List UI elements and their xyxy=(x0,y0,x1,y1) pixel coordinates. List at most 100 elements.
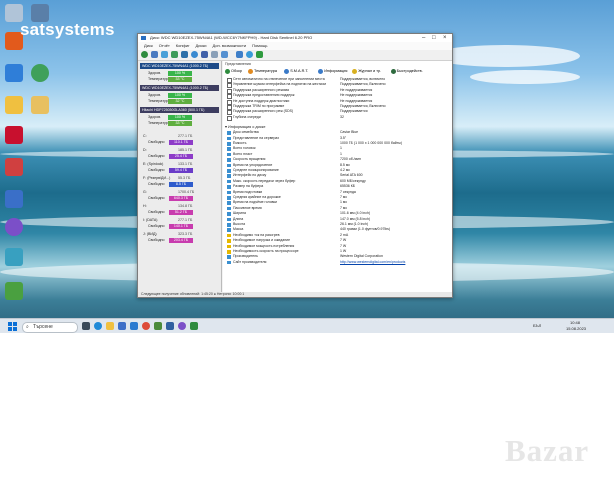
viber-icon[interactable] xyxy=(178,322,186,330)
desktop-icon-app-5[interactable] xyxy=(2,190,26,208)
watermark: satsystems xyxy=(20,20,115,39)
health-bar: 100 % xyxy=(168,114,192,120)
menu-item[interactable]: Отчёт xyxy=(159,43,170,48)
settings-icon[interactable] xyxy=(181,51,188,58)
status-bar: Следующее получение обновлений: 1:45:20 … xyxy=(138,292,452,297)
app-icon[interactable] xyxy=(166,322,174,330)
info-icon xyxy=(227,260,231,265)
tray-time[interactable]: 10:48 xyxy=(570,320,580,325)
taskbar-search[interactable]: ⌕ Търсене xyxy=(22,322,78,333)
report-icon[interactable] xyxy=(161,51,168,58)
app-icon xyxy=(5,248,23,266)
info-icon xyxy=(227,212,231,216)
tab-bar: Обзор Температура S.M.A.R.T. Информация Журн… xyxy=(223,67,452,76)
disk-icon[interactable] xyxy=(151,51,158,58)
task-view-icon[interactable] xyxy=(82,322,90,330)
manufacturer-link[interactable]: http://www.westerndigital.com/en/product… xyxy=(340,260,405,265)
desktop-icon-app-2[interactable] xyxy=(2,64,26,82)
info-icon xyxy=(227,163,231,168)
options-icon[interactable] xyxy=(221,51,228,58)
info-icon xyxy=(227,196,231,200)
print-icon[interactable] xyxy=(211,51,218,58)
disk-header[interactable]: WDC WD10EZEX-75WN4A1 (1000.2 ГБ) xyxy=(140,85,219,91)
tab-2[interactable]: Температура xyxy=(248,67,277,76)
menu-item[interactable]: Помощь xyxy=(252,43,267,48)
close-button[interactable]: × xyxy=(443,34,447,42)
desktop-icon-app-7[interactable] xyxy=(2,282,26,300)
desktop-icon-app-3[interactable] xyxy=(2,126,26,144)
free-bar: 8.5 ГБ xyxy=(169,181,193,187)
help-icon[interactable] xyxy=(246,51,253,58)
tab-5[interactable]: Журнал и тр. xyxy=(352,67,381,76)
app-icon xyxy=(5,190,23,208)
info-section-header: ▾ Информация о диске xyxy=(225,125,266,130)
tray-language[interactable]: БЪЛ xyxy=(533,323,541,328)
temp-bar: 33 °C xyxy=(168,76,192,82)
mail-icon[interactable] xyxy=(130,322,138,330)
app-icon xyxy=(31,64,49,82)
feature-value: 32 xyxy=(340,114,344,119)
desktop-icon-app-9[interactable] xyxy=(28,64,52,82)
free-bar: 140.1 ГБ xyxy=(169,223,193,229)
app-icon xyxy=(5,126,23,144)
tab-label: S.M.A.R.T. xyxy=(290,69,309,73)
explorer-icon[interactable] xyxy=(106,322,114,330)
store-icon[interactable] xyxy=(118,322,126,330)
app-icon[interactable] xyxy=(154,322,162,330)
menu-bar: Диск Отчёт Конфиг Диски Доп. возможности Помо… xyxy=(138,42,452,50)
free-label: Свободно xyxy=(148,210,165,214)
info-icon xyxy=(227,255,231,259)
tab-icon xyxy=(225,68,230,74)
save-icon[interactable] xyxy=(201,51,208,58)
info-icon xyxy=(227,158,231,162)
info-icon xyxy=(227,217,231,222)
chrome-icon[interactable] xyxy=(142,322,150,330)
info-row: Сайт производителя http://www.westerndigi… xyxy=(227,260,452,265)
desktop-icon-app-6[interactable] xyxy=(2,248,26,266)
maximize-button[interactable]: □ xyxy=(432,34,436,42)
edge-icon[interactable] xyxy=(94,322,102,330)
free-bar: 59.4 ГБ xyxy=(169,167,193,173)
disk-header[interactable]: Hitachi HDP725050GLA360 (500.1 ГБ) xyxy=(140,107,219,113)
info-icon xyxy=(227,131,231,135)
hard-disk-sentinel-icon[interactable] xyxy=(190,322,198,330)
info-icon[interactable] xyxy=(191,51,198,58)
tools-icon[interactable] xyxy=(236,51,243,58)
feature-row: Глубина очереди 32 xyxy=(227,114,452,121)
desktop-icon-folder[interactable] xyxy=(2,96,26,114)
free-label: Свободно xyxy=(148,140,165,144)
start-button[interactable] xyxy=(8,322,17,331)
menu-item[interactable]: Диски xyxy=(196,43,207,48)
info-icon xyxy=(227,190,231,195)
desktop-icon-viber[interactable] xyxy=(2,218,26,236)
viber-icon xyxy=(5,218,23,236)
test-icon[interactable] xyxy=(171,51,178,58)
volume-free-row: Свободно 140.1 ГБ xyxy=(140,223,220,229)
menu-item[interactable]: Конфиг xyxy=(176,43,190,48)
info-icon xyxy=(227,169,231,173)
free-label: Свободно xyxy=(148,196,165,200)
desktop-icon-app-4[interactable] xyxy=(2,158,26,176)
free-bar: 640.3 ГБ xyxy=(169,195,193,201)
info-icon xyxy=(227,147,231,151)
tab-4[interactable]: Информация xyxy=(318,67,347,76)
refresh-icon[interactable] xyxy=(141,51,148,58)
volume-free-row: Свободно 51.2 ГБ xyxy=(140,209,220,215)
free-label: Свободно xyxy=(148,224,165,228)
warning-icon xyxy=(227,239,231,243)
desktop-icon-app-10[interactable] xyxy=(28,96,52,114)
tray-date[interactable]: 15.08.2023 xyxy=(566,326,586,331)
title-bar: Диск: WDC WD10EZEX-75WN4A1 (WD-WCC6Y7NKF… xyxy=(138,34,452,42)
menu-item[interactable]: Доп. возможности xyxy=(212,43,246,48)
alert-icon[interactable] xyxy=(256,51,263,58)
menu-item[interactable]: Диск xyxy=(144,43,153,48)
tab-3[interactable]: S.M.A.R.T. xyxy=(284,67,308,76)
minimize-button[interactable]: – xyxy=(422,34,425,42)
tab-label: Журнал и тр. xyxy=(358,69,382,73)
status-text: Следующее получение обновлений: 1:45:20 … xyxy=(141,292,245,296)
disk-header[interactable]: WDC WD10EZEX-75WN4A1 (1000.2 ГБ) xyxy=(140,63,219,69)
free-label: Свободно xyxy=(148,168,165,172)
tab-1[interactable]: Обзор xyxy=(225,67,242,76)
tab-6[interactable]: Быстродейств. xyxy=(390,67,423,76)
warning-icon xyxy=(227,250,231,254)
